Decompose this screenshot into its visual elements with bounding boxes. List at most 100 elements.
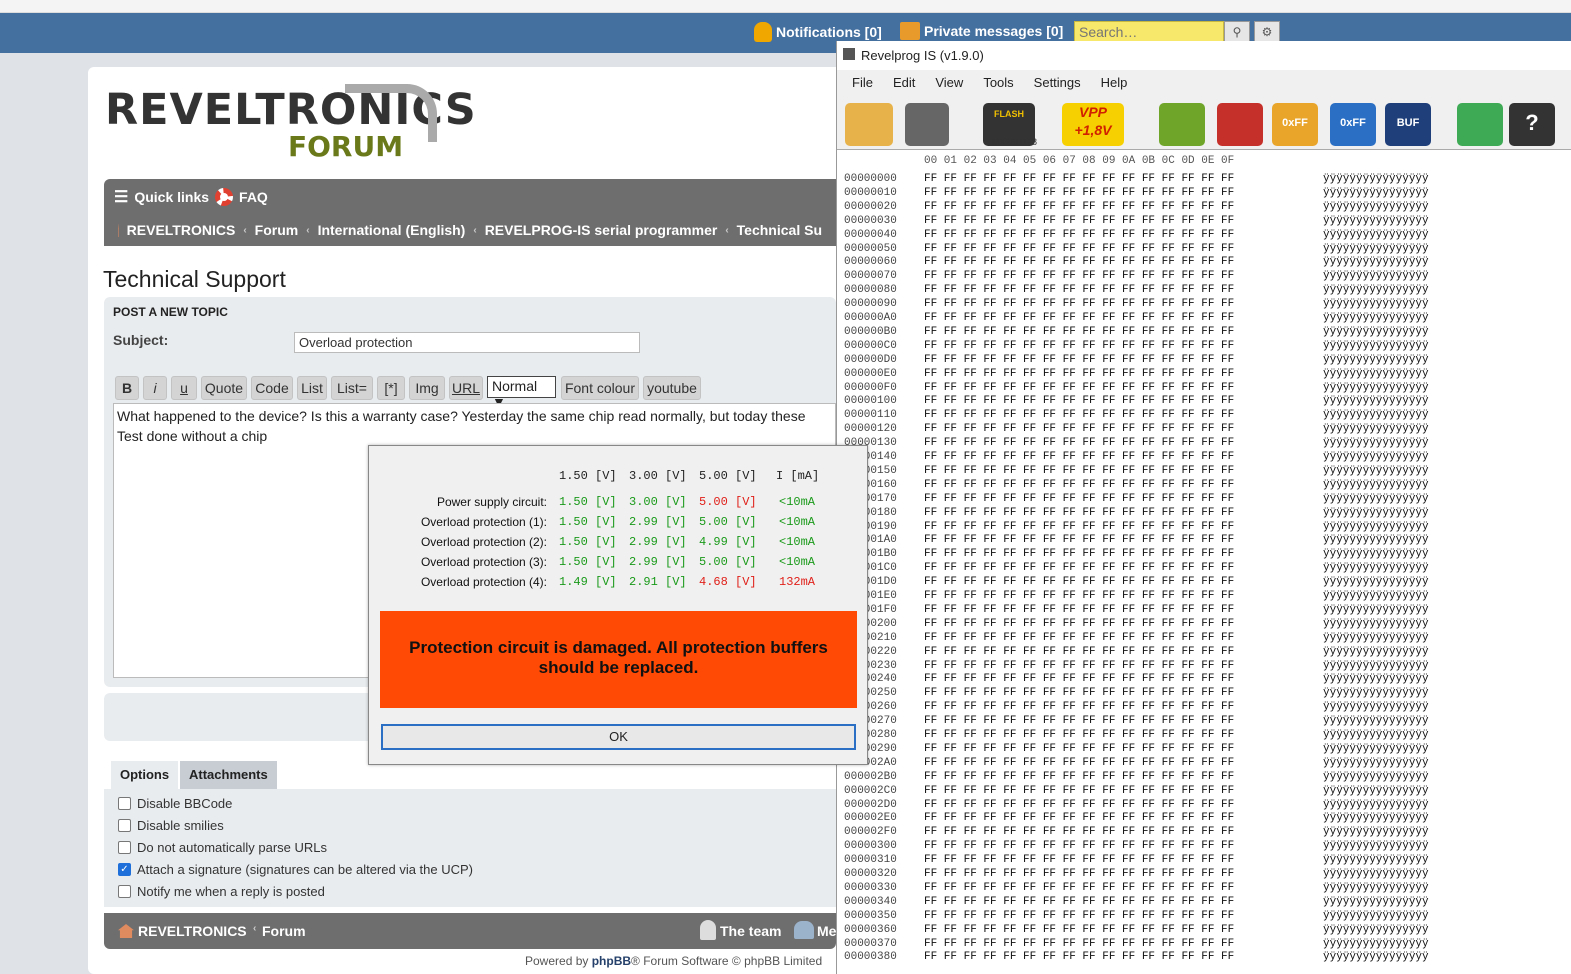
hex-ascii[interactable]: ÿÿÿÿÿÿÿÿÿÿÿÿÿÿÿÿ [1323,256,1429,268]
hex-ascii[interactable]: ÿÿÿÿÿÿÿÿÿÿÿÿÿÿÿÿ [1323,757,1429,769]
hex-bytes[interactable]: FF FF FF FF FF FF FF FF FF FF FF FF FF F… [924,270,1234,282]
hex-bytes[interactable]: FF FF FF FF FF FF FF FF FF FF FF FF FF F… [924,868,1234,880]
hex-bytes[interactable]: FF FF FF FF FF FF FF FF FF FF FF FF FF F… [924,451,1234,463]
hex-ascii[interactable]: ÿÿÿÿÿÿÿÿÿÿÿÿÿÿÿÿ [1323,951,1429,963]
italic-button[interactable]: i [143,376,167,400]
hex-bytes[interactable]: FF FF FF FF FF FF FF FF FF FF FF FF FF F… [924,951,1234,963]
hex-row[interactable]: 00000330 FF FF FF FF FF FF FF FF FF FF FF… [844,882,1429,896]
hex-bytes[interactable]: FF FF FF FF FF FF FF FF FF FF FF FF FF F… [924,465,1234,477]
hex-row[interactable]: 00000120 FF FF FF FF FF FF FF FF FF FF FF… [844,423,1429,437]
hex-bytes[interactable]: FF FF FF FF FF FF FF FF FF FF FF FF FF F… [924,507,1234,519]
list-button[interactable]: List [297,376,327,400]
hex-ascii[interactable]: ÿÿÿÿÿÿÿÿÿÿÿÿÿÿÿÿ [1323,548,1429,560]
menu-tools[interactable]: Tools [983,75,1013,90]
breadcrumb-item[interactable]: REVELPROG-IS serial programmer [485,222,718,238]
hex-ascii[interactable]: ÿÿÿÿÿÿÿÿÿÿÿÿÿÿÿÿ [1323,785,1429,797]
footer-crumb[interactable]: REVELTRONICS [138,923,247,939]
hex-ascii[interactable]: ÿÿÿÿÿÿÿÿÿÿÿÿÿÿÿÿ [1323,423,1429,435]
hex-ascii[interactable]: ÿÿÿÿÿÿÿÿÿÿÿÿÿÿÿÿ [1323,701,1429,713]
vpp-icon[interactable]: VPP +1,8V [1062,103,1124,146]
tab-attachments[interactable]: Attachments [180,761,277,789]
option-disable-smilies[interactable]: Disable smilies [118,818,224,833]
hex-row[interactable]: 000002D0 FF FF FF FF FF FF FF FF FF FF FF… [844,799,1429,813]
hex-row[interactable]: 00000350 FF FF FF FF FF FF FF FF FF FF FF… [844,910,1429,924]
team-link[interactable]: The team [720,923,781,939]
read-icon[interactable] [1159,103,1205,146]
menu-view[interactable]: View [935,75,963,90]
open-file-icon[interactable] [845,103,893,146]
hex-ascii[interactable]: ÿÿÿÿÿÿÿÿÿÿÿÿÿÿÿÿ [1323,812,1429,824]
hex-row[interactable]: 000000A0 FF FF FF FF FF FF FF FF FF FF FF… [844,312,1429,326]
checkbox[interactable] [118,885,131,898]
hex-bytes[interactable]: FF FF FF FF FF FF FF FF FF FF FF FF FF F… [924,256,1234,268]
hex-ascii[interactable]: ÿÿÿÿÿÿÿÿÿÿÿÿÿÿÿÿ [1323,201,1429,213]
ok-button[interactable]: OK [381,724,856,750]
option-notify-reply[interactable]: Notify me when a reply is posted [118,884,325,899]
hex-bytes[interactable]: FF FF FF FF FF FF FF FF FF FF FF FF FF F… [924,673,1234,685]
blank-check-icon[interactable]: 0xFF [1330,103,1376,146]
hex-row[interactable]: 00000040 FF FF FF FF FF FF FF FF FF FF FF… [844,229,1429,243]
bold-button[interactable]: B [115,376,139,400]
font-size-select[interactable]: Normal ▼ [487,376,556,410]
hex-editor[interactable]: 00 01 02 03 04 05 06 07 08 09 0A 0B 0C 0… [837,151,1571,974]
hex-row[interactable]: 000000E0 FF FF FF FF FF FF FF FF FF FF FF… [844,368,1429,382]
hex-row[interactable]: 00000050 FF FF FF FF FF FF FF FF FF FF FF… [844,243,1429,257]
hex-row[interactable]: 00000080 FF FF FF FF FF FF FF FF FF FF FF… [844,284,1429,298]
option-no-parse-urls[interactable]: Do not automatically parse URLs [118,840,327,855]
hex-bytes[interactable]: FF FF FF FF FF FF FF FF FF FF FF FF FF F… [924,243,1234,255]
hex-ascii[interactable]: ÿÿÿÿÿÿÿÿÿÿÿÿÿÿÿÿ [1323,618,1429,630]
hex-ascii[interactable]: ÿÿÿÿÿÿÿÿÿÿÿÿÿÿÿÿ [1323,590,1429,602]
hex-ascii[interactable]: ÿÿÿÿÿÿÿÿÿÿÿÿÿÿÿÿ [1323,687,1429,699]
hex-ascii[interactable]: ÿÿÿÿÿÿÿÿÿÿÿÿÿÿÿÿ [1323,576,1429,588]
hex-ascii[interactable]: ÿÿÿÿÿÿÿÿÿÿÿÿÿÿÿÿ [1323,465,1429,477]
hex-ascii[interactable]: ÿÿÿÿÿÿÿÿÿÿÿÿÿÿÿÿ [1323,673,1429,685]
hex-bytes[interactable]: FF FF FF FF FF FF FF FF FF FF FF FF FF F… [924,479,1234,491]
hex-bytes[interactable]: FF FF FF FF FF FF FF FF FF FF FF FF FF F… [924,799,1234,811]
hex-bytes[interactable]: FF FF FF FF FF FF FF FF FF FF FF FF FF F… [924,215,1234,227]
hex-bytes[interactable]: FF FF FF FF FF FF FF FF FF FF FF FF FF F… [924,368,1234,380]
hex-bytes[interactable]: FF FF FF FF FF FF FF FF FF FF FF FF FF F… [924,938,1234,950]
hex-bytes[interactable]: FF FF FF FF FF FF FF FF FF FF FF FF FF F… [924,687,1234,699]
menu-edit[interactable]: Edit [893,75,915,90]
save-file-icon[interactable] [905,103,949,146]
hex-ascii[interactable]: ÿÿÿÿÿÿÿÿÿÿÿÿÿÿÿÿ [1323,451,1429,463]
hex-bytes[interactable]: FF FF FF FF FF FF FF FF FF FF FF FF FF F… [924,423,1234,435]
breadcrumb-item[interactable]: Forum [255,222,299,238]
hex-row[interactable]: 000002F0 FF FF FF FF FF FF FF FF FF FF FF… [844,826,1429,840]
site-logo[interactable]: REVELTRONICS FORUM [105,82,476,163]
erase-icon[interactable]: 0xFF [1272,103,1318,146]
subject-field[interactable]: Overload protection [294,332,640,353]
hex-bytes[interactable]: FF FF FF FF FF FF FF FF FF FF FF FF FF F… [924,660,1234,672]
hex-bytes[interactable]: FF FF FF FF FF FF FF FF FF FF FF FF FF F… [924,604,1234,616]
hex-bytes[interactable]: FF FF FF FF FF FF FF FF FF FF FF FF FF F… [924,715,1234,727]
underline-button[interactable]: u [171,376,197,400]
breadcrumb-item[interactable]: Technical Su [737,222,822,238]
hex-bytes[interactable]: FF FF FF FF FF FF FF FF FF FF FF FF FF F… [924,437,1234,449]
checkbox[interactable] [118,841,131,854]
hex-ascii[interactable]: ÿÿÿÿÿÿÿÿÿÿÿÿÿÿÿÿ [1323,479,1429,491]
hex-ascii[interactable]: ÿÿÿÿÿÿÿÿÿÿÿÿÿÿÿÿ [1323,562,1429,574]
youtube-button[interactable]: youtube [643,376,701,400]
hex-ascii[interactable]: ÿÿÿÿÿÿÿÿÿÿÿÿÿÿÿÿ [1323,229,1429,241]
hex-ascii[interactable]: ÿÿÿÿÿÿÿÿÿÿÿÿÿÿÿÿ [1323,910,1429,922]
hex-row[interactable]: 00000090 FF FF FF FF FF FF FF FF FF FF FF… [844,298,1429,312]
hex-row[interactable]: 000000D0 FF FF FF FF FF FF FF FF FF FF FF… [844,354,1429,368]
tab-options[interactable]: Options [111,761,179,789]
hex-ascii[interactable]: ÿÿÿÿÿÿÿÿÿÿÿÿÿÿÿÿ [1323,729,1429,741]
list-numbered-button[interactable]: List= [331,376,373,400]
hex-ascii[interactable]: ÿÿÿÿÿÿÿÿÿÿÿÿÿÿÿÿ [1323,743,1429,755]
hex-ascii[interactable]: ÿÿÿÿÿÿÿÿÿÿÿÿÿÿÿÿ [1323,312,1429,324]
url-button[interactable]: URL [449,376,483,400]
hex-bytes[interactable]: FF FF FF FF FF FF FF FF FF FF FF FF FF F… [924,646,1234,658]
hex-row[interactable]: 00000310 FF FF FF FF FF FF FF FF FF FF FF… [844,854,1429,868]
hex-ascii[interactable]: ÿÿÿÿÿÿÿÿÿÿÿÿÿÿÿÿ [1323,270,1429,282]
hex-bytes[interactable]: FF FF FF FF FF FF FF FF FF FF FF FF FF F… [924,187,1234,199]
hex-ascii[interactable]: ÿÿÿÿÿÿÿÿÿÿÿÿÿÿÿÿ [1323,715,1429,727]
hex-row[interactable]: 000002E0 FF FF FF FF FF FF FF FF FF FF FF… [844,812,1429,826]
hex-ascii[interactable]: ÿÿÿÿÿÿÿÿÿÿÿÿÿÿÿÿ [1323,826,1429,838]
code-button[interactable]: Code [251,376,293,400]
hex-bytes[interactable]: FF FF FF FF FF FF FF FF FF FF FF FF FF F… [924,201,1234,213]
hex-ascii[interactable]: ÿÿÿÿÿÿÿÿÿÿÿÿÿÿÿÿ [1323,326,1429,338]
hex-bytes[interactable]: FF FF FF FF FF FF FF FF FF FF FF FF FF F… [924,229,1234,241]
hex-bytes[interactable]: FF FF FF FF FF FF FF FF FF FF FF FF FF F… [924,882,1234,894]
